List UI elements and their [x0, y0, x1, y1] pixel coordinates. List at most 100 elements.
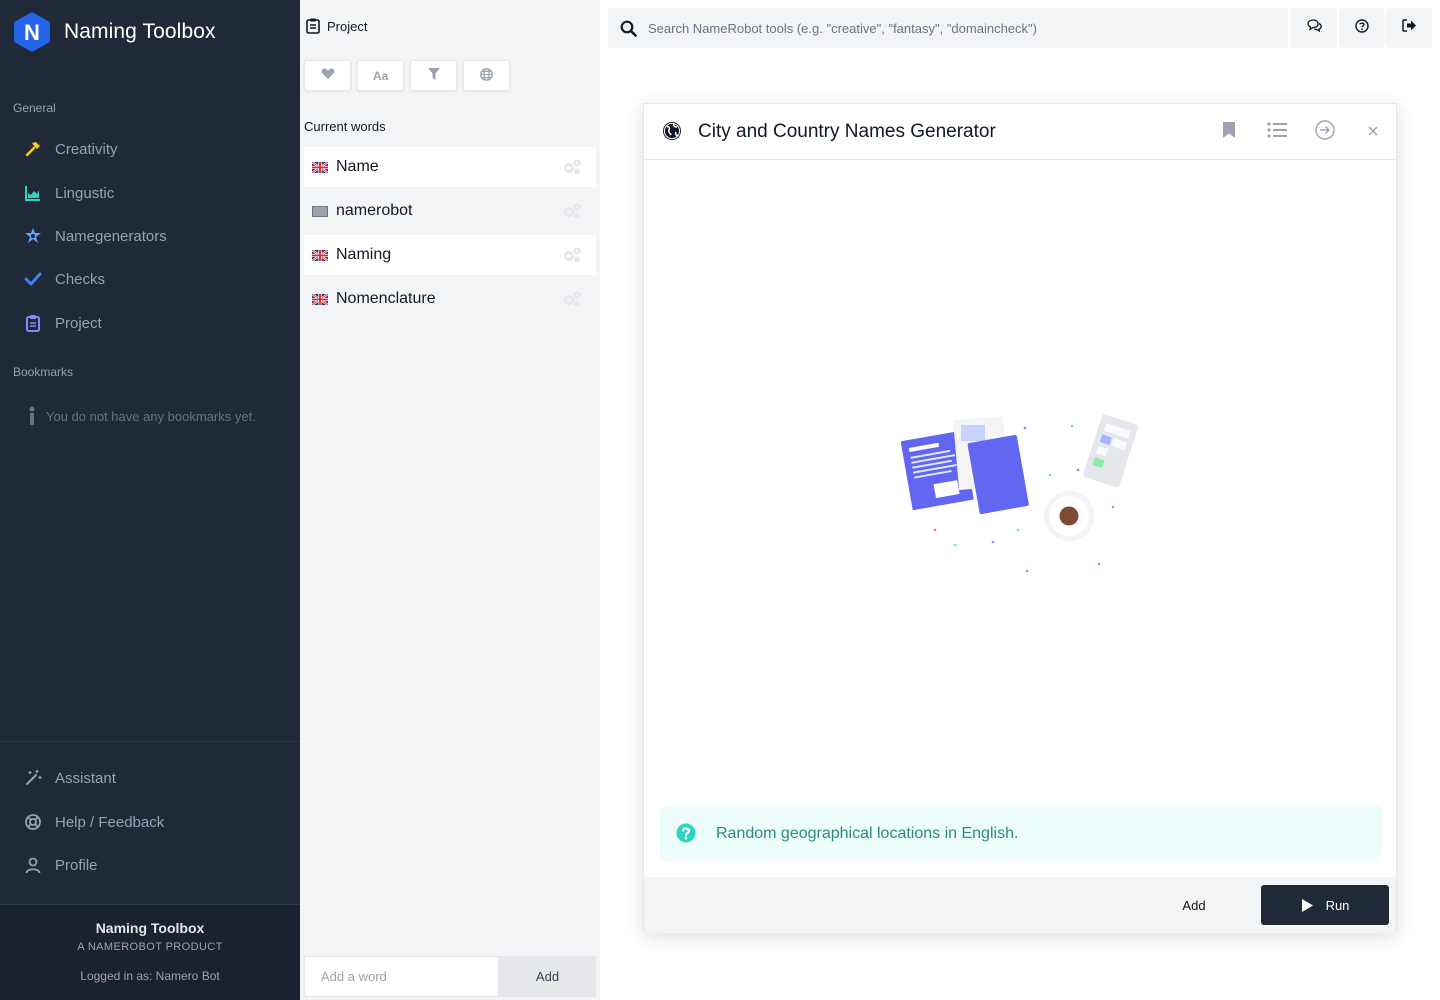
help-circle-icon — [1355, 18, 1369, 38]
lifebuoy-icon — [24, 813, 42, 831]
description-text: Random geographical locations in English… — [716, 825, 1019, 842]
filter-icon — [427, 68, 440, 83]
gears-icon[interactable] — [562, 246, 582, 263]
uk-flag-icon — [312, 161, 328, 173]
open-tool-button[interactable] — [1313, 119, 1337, 145]
run-button-label: Run — [1325, 897, 1350, 913]
favorites-filter-button[interactable] — [304, 60, 351, 91]
hammer-icon — [24, 140, 42, 158]
sidebar-item-lingustic[interactable]: Lingustic — [0, 173, 300, 213]
heart-icon — [321, 68, 335, 83]
word-text: Name — [336, 158, 379, 175]
brand[interactable]: N Naming Toolbox — [13, 11, 216, 53]
search-icon — [608, 20, 648, 37]
search-bar — [608, 8, 1288, 48]
sidebar-item-label: Creativity — [55, 140, 118, 158]
sidebar-item-label: Checks — [55, 270, 106, 288]
gears-icon[interactable] — [562, 202, 582, 219]
sidebar-item-label: Lingustic — [55, 184, 115, 202]
project-title: Project — [327, 18, 368, 34]
list-icon — [1267, 121, 1287, 143]
list-item[interactable]: Naming — [304, 235, 596, 275]
arrow-right-circle-icon — [1315, 119, 1335, 145]
gears-icon[interactable] — [562, 158, 582, 175]
add-word-button[interactable]: Add — [499, 956, 596, 997]
sidebar-item-label: Project — [55, 314, 102, 332]
project-toolbar: Aa — [304, 60, 510, 91]
sidebar-item-namegenerators[interactable]: Namegenerators — [0, 216, 300, 256]
globe-icon — [662, 121, 682, 141]
filter-button[interactable] — [410, 60, 457, 91]
tool-description: Random geographical locations in English… — [660, 806, 1382, 861]
list-item[interactable]: Nomenclature — [304, 279, 596, 319]
sidebar-item-label: Namegenerators — [55, 227, 167, 245]
chart-icon — [24, 184, 42, 202]
sidebar-item-label: Help / Feedback — [55, 813, 165, 831]
modal-title: City and Country Names Generator — [698, 121, 996, 142]
clipboard-icon — [24, 314, 42, 332]
brand-logo-letter: N — [24, 20, 40, 45]
neutral-flag-icon — [312, 205, 328, 217]
add-button[interactable]: Add — [1154, 885, 1234, 925]
gears-icon[interactable] — [562, 290, 582, 307]
bookmarks-empty-message: You do not have any bookmarks yet. — [26, 406, 256, 426]
sidebar-footer: Naming Toolbox A NAMEROBOT PRODUCT Logge… — [0, 904, 300, 1000]
footer-title: Naming Toolbox — [95, 920, 205, 936]
chat-icon — [1306, 19, 1322, 37]
footer-subtitle: A NAMEROBOT PRODUCT — [77, 941, 223, 953]
brand-title: Naming Toolbox — [64, 20, 216, 43]
font-icon: Aa — [372, 68, 389, 83]
modal-header: City and Country Names Generator — [644, 104, 1396, 160]
sidebar-item-assistant[interactable]: Assistant — [0, 758, 300, 798]
list-item[interactable]: namerobot — [304, 191, 596, 231]
list-view-button[interactable] — [1265, 120, 1289, 144]
sidebar-divider — [0, 741, 300, 742]
sidebar-item-help-feedback[interactable]: Help / Feedback — [0, 802, 300, 842]
globe-icon — [480, 67, 493, 84]
sidebar-item-label: Profile — [55, 856, 98, 874]
font-filter-button[interactable]: Aa — [357, 60, 404, 91]
sidebar-item-creativity[interactable]: Creativity — [0, 129, 300, 169]
modal-footer: Add Run — [644, 877, 1396, 933]
info-icon — [26, 406, 38, 426]
sidebar-item-project[interactable]: Project — [0, 303, 300, 343]
sidebar-item-checks[interactable]: Checks — [0, 259, 300, 299]
word-text: Naming — [336, 246, 392, 263]
sidebar-item-profile[interactable]: Profile — [0, 845, 300, 885]
question-circle-icon — [676, 823, 696, 843]
check-icon — [24, 270, 42, 288]
uk-flag-icon — [312, 249, 328, 261]
close-button[interactable] — [1361, 120, 1385, 144]
logout-icon — [1401, 19, 1417, 37]
star-badge-icon — [24, 227, 42, 245]
user-icon — [24, 856, 42, 874]
help-button[interactable] — [1339, 8, 1385, 48]
play-icon — [1301, 898, 1314, 913]
uk-flag-icon — [312, 293, 328, 305]
search-input[interactable] — [648, 20, 1288, 36]
current-words-label: Current words — [304, 119, 386, 134]
word-list: Name namerobot Naming Nomenclature — [304, 147, 596, 323]
chat-button[interactable] — [1291, 8, 1337, 48]
project-panel: Project Aa Current words Name namerobot … — [300, 0, 600, 1000]
logged-in-text: Logged in as: Namero Bot — [80, 969, 220, 983]
bookmark-button[interactable] — [1217, 120, 1241, 144]
section-label-bookmarks: Bookmarks — [13, 365, 74, 379]
clipboard-icon — [306, 18, 320, 34]
sidebar: N Naming Toolbox General Creativity Ling… — [0, 0, 300, 1000]
word-text: Nomenclature — [336, 290, 436, 307]
add-word-row: Add — [304, 956, 596, 997]
bookmarks-empty-text: You do not have any bookmarks yet. — [46, 408, 256, 424]
word-text: namerobot — [336, 202, 413, 219]
logout-button[interactable] — [1386, 8, 1432, 48]
close-icon — [1368, 123, 1378, 141]
section-label-general: General — [13, 101, 56, 115]
tool-modal: City and Country Names Generator Random … — [643, 103, 1397, 933]
language-filter-button[interactable] — [463, 60, 510, 91]
sidebar-item-label: Assistant — [55, 769, 116, 787]
empty-state-illustration — [900, 413, 1141, 578]
add-word-input[interactable] — [304, 956, 499, 997]
list-item[interactable]: Name — [304, 147, 596, 187]
run-button[interactable]: Run — [1261, 885, 1389, 925]
bookmark-icon — [1222, 121, 1236, 144]
